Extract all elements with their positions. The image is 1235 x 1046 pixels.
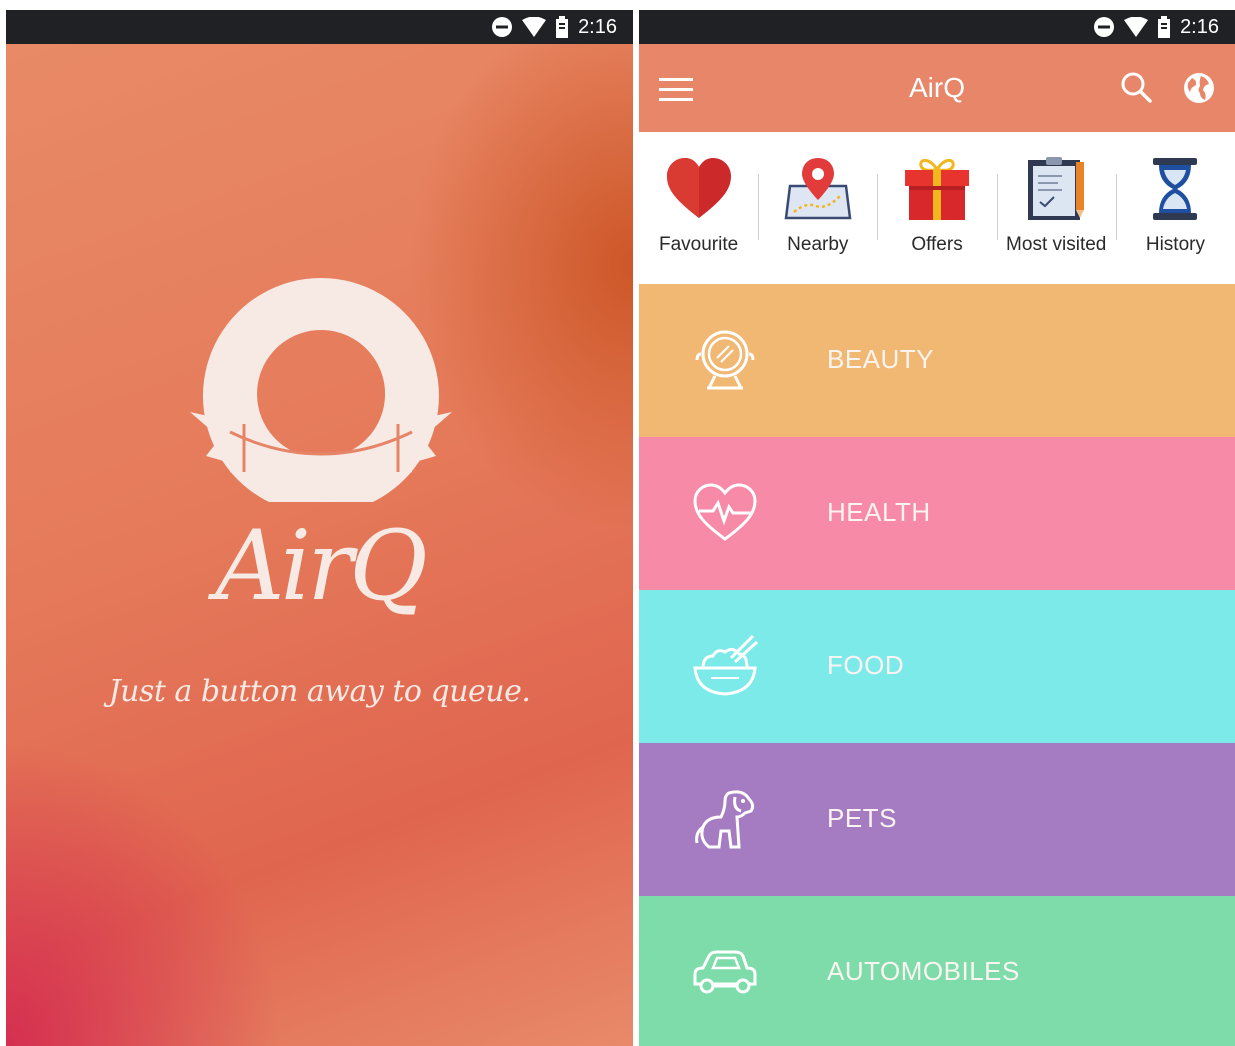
do-not-disturb-icon [492, 17, 513, 37]
mirror-icon [695, 330, 755, 390]
quick-action-label: Favourite [659, 234, 739, 255]
clipboard-icon [1028, 157, 1085, 220]
airq-logo-icon [190, 278, 452, 502]
map-pin-icon [784, 158, 852, 220]
search-icon[interactable] [1117, 68, 1157, 108]
quick-action-nearby[interactable]: Nearby [758, 132, 877, 284]
quick-actions-bar: Favourite Nearby Offers Most visited His… [639, 132, 1235, 284]
wifi-icon [1124, 17, 1149, 37]
category-list: BEAUTY HEALTH FOOD PETS AUTOMOBILES [639, 284, 1235, 1046]
heartbeat-icon [693, 483, 757, 541]
rice-bowl-icon [693, 634, 759, 696]
status-time: 2:16 [578, 15, 617, 38]
category-label: PETS [827, 803, 897, 833]
splash-screen: 2:16 AirQ Just a button away to queue. [6, 10, 633, 1046]
quick-action-label: Offers [911, 234, 963, 255]
wifi-icon [522, 17, 547, 37]
app-bar: AirQ [639, 44, 1235, 132]
quick-action-label: Nearby [787, 234, 849, 255]
battery-icon [1158, 16, 1171, 38]
quick-action-label: Most visited [1006, 234, 1107, 255]
gift-icon [905, 159, 969, 220]
heart-icon [666, 158, 731, 218]
category-label: BEAUTY [827, 344, 935, 374]
splash-tagline: Just a button away to queue. [108, 674, 531, 709]
category-label: HEALTH [827, 497, 931, 527]
status-bar: 2:16 [6, 10, 633, 44]
hourglass-icon [1153, 158, 1198, 220]
category-pets[interactable]: PETS [639, 743, 1235, 896]
quick-action-favourite[interactable]: Favourite [639, 132, 758, 284]
car-icon [693, 950, 757, 994]
splash-app-name: AirQ [215, 510, 428, 622]
do-not-disturb-icon [1094, 17, 1115, 37]
quick-action-offers[interactable]: Offers [877, 132, 996, 284]
status-time: 2:16 [1180, 15, 1219, 38]
category-health[interactable]: HEALTH [639, 437, 1235, 590]
home-screen: 2:16 AirQ Favourite Nearby Offers Most v… [639, 10, 1235, 1046]
category-food[interactable]: FOOD [639, 590, 1235, 743]
dog-icon [695, 790, 755, 849]
quick-action-history[interactable]: History [1115, 132, 1235, 284]
category-automobiles[interactable]: AUTOMOBILES [639, 896, 1235, 1046]
category-beauty[interactable]: BEAUTY [639, 284, 1235, 437]
category-label: AUTOMOBILES [827, 956, 1020, 986]
globe-icon[interactable] [1179, 68, 1219, 108]
quick-action-most-visited[interactable]: Most visited [996, 132, 1116, 284]
status-bar: 2:16 [639, 10, 1235, 44]
battery-icon [556, 16, 569, 38]
category-label: FOOD [827, 650, 905, 680]
quick-action-label: History [1145, 234, 1205, 255]
